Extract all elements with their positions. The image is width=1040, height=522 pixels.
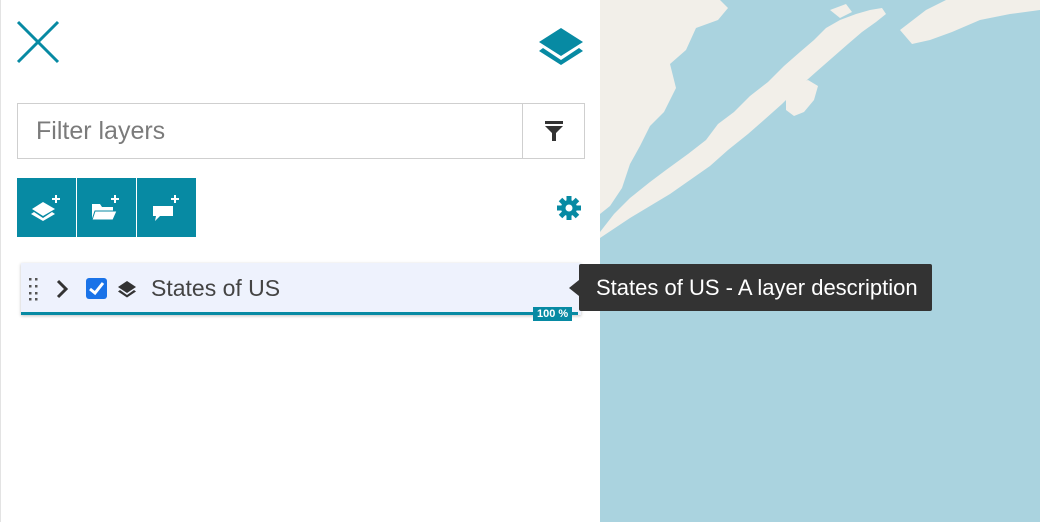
opacity-bar[interactable] <box>21 312 578 315</box>
filter-button[interactable] <box>522 104 585 158</box>
gear-icon <box>557 196 581 220</box>
layer-item[interactable]: States of US 100 % <box>21 263 581 321</box>
layers-icon <box>537 24 585 68</box>
add-group-icon <box>90 194 119 220</box>
layer-type-icon <box>117 279 137 299</box>
filter-icon <box>545 121 563 141</box>
opacity-label: 100 % <box>533 307 573 321</box>
map-view[interactable] <box>600 0 1040 522</box>
settings-button[interactable] <box>555 194 583 222</box>
add-annotation-button[interactable] <box>137 178 196 237</box>
drag-handle-icon[interactable] <box>28 277 40 301</box>
close-icon[interactable] <box>14 20 62 64</box>
layer-toolbar <box>17 178 197 237</box>
layer-panel: States of US 100 % States of US - A laye… <box>0 0 932 522</box>
layer-description-tooltip: States of US - A layer description <box>579 264 932 311</box>
filter-box <box>17 103 585 159</box>
add-layer-icon <box>30 194 60 221</box>
layer-visibility-checkbox[interactable] <box>86 278 107 299</box>
layer-title: States of US <box>151 275 281 301</box>
add-annotation-icon <box>152 194 179 221</box>
add-group-button[interactable] <box>77 178 136 237</box>
tooltip-arrow <box>569 280 579 296</box>
add-layer-button[interactable] <box>17 178 76 237</box>
map-tiles <box>600 0 1040 522</box>
chevron-right-icon[interactable] <box>55 278 69 300</box>
check-icon <box>89 282 105 296</box>
filter-layers-input[interactable] <box>18 104 522 158</box>
